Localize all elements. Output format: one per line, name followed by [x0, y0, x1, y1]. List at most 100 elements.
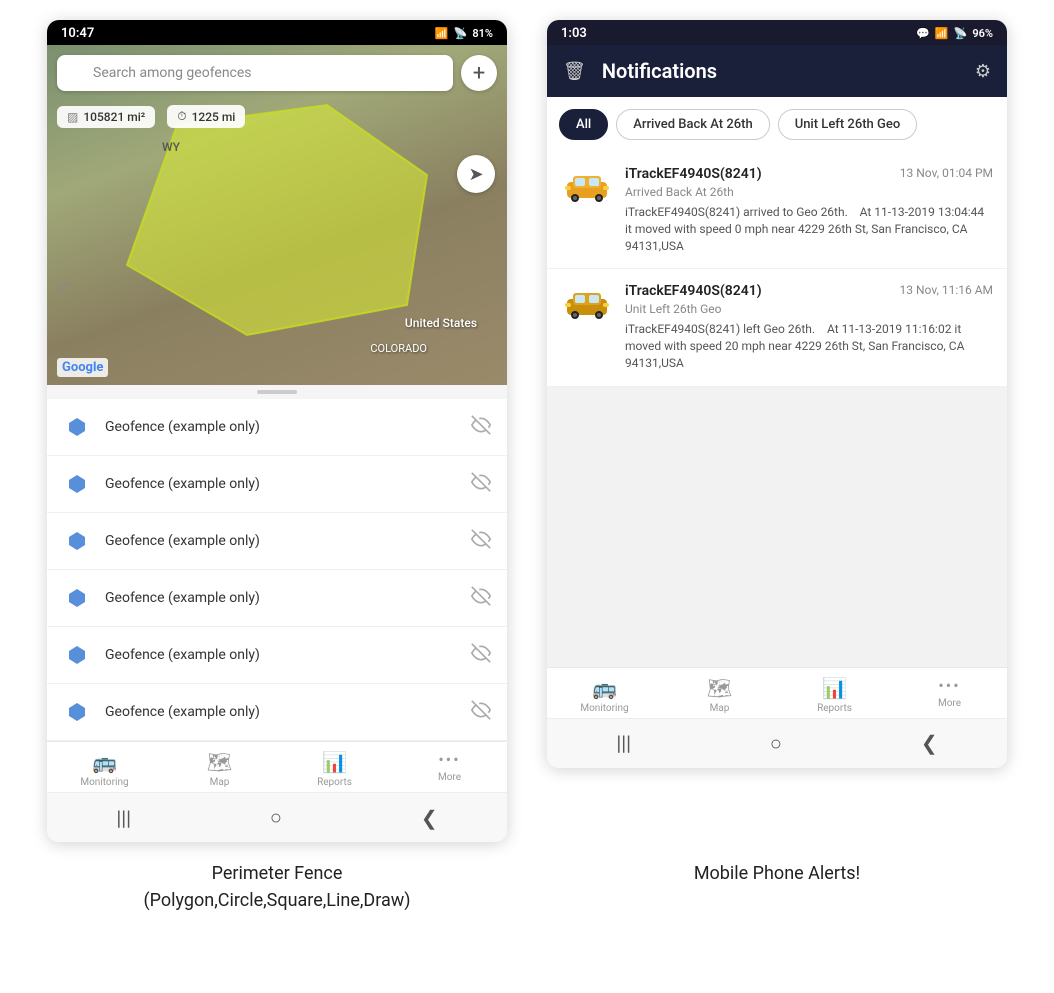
captions-row: Perimeter Fence(Polygon,Circle,Square,Li… — [0, 842, 1054, 924]
area-icon: ▨ — [67, 110, 78, 124]
android-back-right[interactable]: ❮ — [921, 731, 938, 755]
right-time: 1:03 — [561, 26, 587, 41]
geofence-name-3: Geofence (example only) — [105, 590, 457, 606]
notification-item-2[interactable]: iTrackEF4940S(8241) 13 Nov, 11:16 AM Uni… — [547, 269, 1007, 386]
nav-more-right[interactable]: ••• More — [892, 676, 1007, 714]
notif-row1-2: iTrackEF4940S(8241) 13 Nov, 11:16 AM — [625, 283, 993, 299]
notif-event-2: Unit Left 26th Geo — [625, 302, 993, 316]
nav-more-left[interactable]: ••• More — [392, 750, 507, 788]
left-battery: 81% — [472, 27, 493, 40]
notif-row1-1: iTrackEF4940S(8241) 13 Nov, 01:04 PM — [625, 166, 993, 182]
settings-icon[interactable]: ⚙ — [975, 61, 991, 82]
eye-off-icon-1[interactable] — [471, 472, 491, 496]
area-stat: ▨ 105821 mi² — [57, 106, 155, 128]
geofence-item-1[interactable]: Geofence (example only) — [47, 456, 507, 513]
nav-map-left[interactable]: 🗺 Map — [162, 750, 277, 788]
geofence-name-2: Geofence (example only) — [105, 533, 457, 549]
nav-monitoring-right[interactable]: 🚌 Monitoring — [547, 676, 662, 714]
more-icon-right: ••• — [938, 676, 960, 695]
geofence-item-4[interactable]: Geofence (example only) — [47, 627, 507, 684]
car-icon-2 — [563, 285, 611, 321]
right-battery: 96% — [972, 27, 993, 40]
area-value: 105821 mi² — [83, 110, 145, 124]
map-stats-bar: ▨ 105821 mi² ⏱ 1225 mi — [57, 105, 245, 128]
filter-all[interactable]: All — [559, 109, 608, 140]
geofence-shape-icon-3 — [63, 584, 91, 612]
car-icon-1 — [563, 168, 611, 204]
more-icon-left: ••• — [438, 750, 460, 769]
notifications-header: 🗑 Notifications ⚙ — [547, 45, 1007, 97]
right-bottom-nav: 🚌 Monitoring 🗺 Map 📊 Reports ••• More — [547, 667, 1007, 718]
filter-arrived[interactable]: Arrived Back At 26th — [616, 109, 769, 140]
geofence-item-0[interactable]: Geofence (example only) — [47, 399, 507, 456]
distance-value: 1225 mi — [192, 110, 236, 124]
android-back-left[interactable]: ❮ — [421, 806, 438, 830]
wifi-icon: 📶 — [435, 27, 449, 40]
nav-reports-right[interactable]: 📊 Reports — [777, 676, 892, 714]
notif-time-1: 13 Nov, 01:04 PM — [900, 166, 993, 180]
left-caption: Perimeter Fence(Polygon,Circle,Square,Li… — [47, 860, 507, 914]
geofence-name-5: Geofence (example only) — [105, 704, 457, 720]
car-avatar-1 — [561, 166, 613, 206]
scroll-handle — [257, 390, 297, 394]
eye-off-icon-4[interactable] — [471, 643, 491, 667]
geofence-name-0: Geofence (example only) — [105, 419, 457, 435]
scroll-indicator — [47, 385, 507, 399]
geofence-item-5[interactable]: Geofence (example only) — [47, 684, 507, 741]
right-caption: Mobile Phone Alerts! — [547, 860, 1007, 914]
nav-monitoring-left[interactable]: 🚌 Monitoring — [47, 750, 162, 788]
left-android-nav: ||| ○ ❮ — [47, 792, 507, 842]
notif-device-1: iTrackEF4940S(8241) — [625, 166, 762, 182]
right-phone: 1:03 💬 📶 📡 96% 🗑 Notifications ⚙ All Arr… — [547, 20, 1007, 768]
right-status-bar: 1:03 💬 📶 📡 96% — [547, 20, 1007, 45]
android-home-left[interactable]: ○ — [270, 805, 282, 830]
monitoring-icon-left: 🚌 — [92, 750, 117, 774]
map-label-ut: UT — [57, 282, 71, 295]
reports-label-right: Reports — [817, 703, 852, 714]
eye-off-icon-2[interactable] — [471, 529, 491, 553]
left-phone: 10:47 📶 📡 81% WY United States COLORADO … — [47, 20, 507, 842]
map-label-left: Map — [210, 777, 230, 788]
signal-icon: 📡 — [454, 27, 468, 40]
right-status-icons: 💬 📶 📡 96% — [916, 27, 993, 40]
map-icon-left: 🗺 — [207, 750, 232, 774]
search-input[interactable]: Search among geofences — [57, 55, 453, 91]
chat-icon: 💬 — [916, 27, 930, 40]
notifications-empty-area — [547, 387, 1007, 667]
right-wifi-icon: 📶 — [935, 27, 949, 40]
google-logo: Google — [57, 358, 108, 377]
map-label-co: COLORADO — [370, 342, 427, 355]
monitoring-label-right: Monitoring — [580, 703, 628, 714]
left-time: 10:47 — [61, 26, 94, 41]
nav-reports-left[interactable]: 📊 Reports — [277, 750, 392, 788]
reports-icon-left: 📊 — [322, 750, 347, 774]
distance-icon: ⏱ — [177, 109, 186, 124]
reports-icon-right: 📊 — [822, 676, 847, 700]
left-status-icons: 📶 📡 81% — [435, 27, 493, 40]
geofence-item-3[interactable]: Geofence (example only) — [47, 570, 507, 627]
android-menu-right[interactable]: ||| — [616, 731, 631, 755]
notification-item-1[interactable]: iTrackEF4940S(8241) 13 Nov, 01:04 PM Arr… — [547, 152, 1007, 269]
notif-desc-1: iTrackEF4940S(8241) arrived to Geo 26th.… — [625, 204, 993, 254]
geofence-item-2[interactable]: Geofence (example only) — [47, 513, 507, 570]
monitoring-label-left: Monitoring — [80, 777, 128, 788]
eye-off-icon-0[interactable] — [471, 415, 491, 439]
compass-button[interactable]: ➤ — [457, 155, 495, 193]
eye-off-icon-3[interactable] — [471, 586, 491, 610]
add-geofence-button[interactable]: + — [461, 55, 497, 91]
notif-time-2: 13 Nov, 11:16 AM — [900, 283, 993, 297]
more-label-left: More — [438, 772, 461, 783]
android-home-right[interactable]: ○ — [770, 731, 782, 756]
notification-content-2: iTrackEF4940S(8241) 13 Nov, 11:16 AM Uni… — [625, 283, 993, 371]
nav-map-right[interactable]: 🗺 Map — [662, 676, 777, 714]
filter-left[interactable]: Unit Left 26th Geo — [778, 109, 918, 140]
reports-label-left: Reports — [317, 777, 352, 788]
search-wrapper: 🔍 Search among geofences — [57, 55, 453, 91]
more-label-right: More — [938, 698, 961, 709]
right-signal-icon: 📡 — [954, 27, 968, 40]
eye-off-icon-5[interactable] — [471, 700, 491, 724]
android-menu-left[interactable]: ||| — [116, 806, 131, 830]
map-area[interactable]: WY United States COLORADO UT 🔍 Search am… — [47, 45, 507, 385]
map-icon-right: 🗺 — [707, 676, 732, 700]
trash-icon[interactable]: 🗑 — [563, 61, 586, 82]
